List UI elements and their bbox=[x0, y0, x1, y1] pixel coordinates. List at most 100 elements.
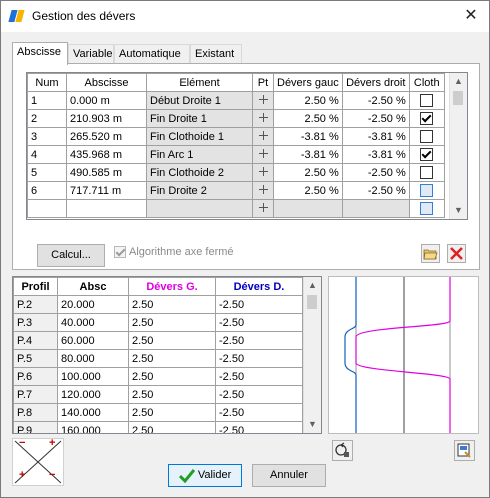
cell-devers-d[interactable]: -2.50 bbox=[215, 331, 303, 350]
tab-existant[interactable]: Existant bbox=[190, 44, 242, 64]
scroll-up-icon[interactable]: ▲ bbox=[450, 73, 467, 90]
cell-element[interactable]: Fin Arc 1 bbox=[146, 145, 253, 164]
cell-absc[interactable]: 100.000 bbox=[57, 367, 129, 386]
export-graph-icon[interactable] bbox=[454, 440, 475, 461]
cell-cloth[interactable] bbox=[408, 109, 445, 128]
cell-abscisse[interactable]: 265.520 m bbox=[66, 127, 147, 146]
cell-devers-gauche[interactable]: -3.81 % bbox=[273, 127, 343, 146]
profiles-table[interactable]: Profil Absc Dévers G. Dévers D. P.2 20.00… bbox=[12, 276, 322, 434]
cell-element[interactable]: Début Droite 1 bbox=[146, 91, 253, 110]
cell-element[interactable]: Fin Clothoide 2 bbox=[146, 163, 253, 182]
cloth-checkbox[interactable] bbox=[420, 94, 434, 107]
cell-devers-g[interactable]: 2.50 bbox=[128, 385, 216, 404]
col-header-devers-d[interactable]: Dévers D. bbox=[215, 277, 303, 296]
scroll-down-icon[interactable]: ▼ bbox=[304, 416, 321, 433]
cell-absc[interactable]: 160.000 bbox=[57, 421, 129, 433]
scroll-thumb[interactable] bbox=[307, 295, 317, 309]
cell-pt[interactable] bbox=[252, 109, 274, 128]
pick-point-icon[interactable] bbox=[258, 94, 269, 105]
table-row[interactable]: P.9 160.000 2.50 -2.50 bbox=[13, 421, 303, 433]
cell-devers-droit[interactable]: -2.50 % bbox=[341, 91, 410, 110]
pick-point-icon[interactable] bbox=[258, 184, 269, 195]
cell-abscisse[interactable]: 490.585 m bbox=[66, 163, 147, 182]
cell-pt[interactable] bbox=[252, 145, 274, 164]
cell-devers-droit[interactable]: -2.50 % bbox=[341, 163, 410, 182]
pick-point-icon[interactable] bbox=[258, 112, 269, 123]
table-row-new[interactable] bbox=[27, 199, 445, 218]
cell-absc[interactable]: 80.000 bbox=[57, 349, 129, 368]
calcul-button[interactable]: Calcul... bbox=[37, 244, 105, 267]
cell-abscisse[interactable]: 435.968 m bbox=[66, 145, 147, 164]
cell-cloth[interactable] bbox=[408, 91, 445, 110]
cell-devers-gauche[interactable]: -3.81 % bbox=[273, 145, 343, 164]
cloth-checkbox[interactable] bbox=[420, 112, 434, 125]
cell-num[interactable]: 6 bbox=[27, 181, 67, 200]
cell-devers-d[interactable]: -2.50 bbox=[215, 367, 303, 386]
tab-abscisse[interactable]: Abscisse bbox=[12, 42, 68, 65]
cell-absc[interactable]: 140.000 bbox=[57, 403, 129, 422]
cell-abscisse[interactable]: 717.711 m bbox=[66, 181, 147, 200]
cell-num[interactable]: 5 bbox=[27, 163, 67, 182]
cell-profil[interactable]: P.3 bbox=[13, 313, 58, 332]
cell-devers-gauche[interactable]: 2.50 % bbox=[273, 91, 343, 110]
col-header-element[interactable]: Elément bbox=[146, 73, 253, 92]
cloth-checkbox[interactable] bbox=[420, 166, 434, 179]
cell-devers-d[interactable]: -2.50 bbox=[215, 295, 303, 314]
cloth-checkbox[interactable] bbox=[420, 130, 434, 143]
cell-devers-g[interactable]: 2.50 bbox=[128, 349, 216, 368]
cell-cloth[interactable] bbox=[408, 163, 445, 182]
cell-devers-d[interactable]: -2.50 bbox=[215, 349, 303, 368]
col-header-profil[interactable]: Profil bbox=[13, 277, 58, 296]
cell-element[interactable]: Fin Clothoide 1 bbox=[146, 127, 253, 146]
col-header-devers-g[interactable]: Dévers G. bbox=[128, 277, 216, 296]
cell-abscisse[interactable]: 210.903 m bbox=[66, 109, 147, 128]
cloth-checkbox[interactable] bbox=[420, 148, 434, 161]
cell-devers-d[interactable]: -2.50 bbox=[215, 385, 303, 404]
cell-pt[interactable] bbox=[252, 181, 274, 200]
cell-absc[interactable]: 120.000 bbox=[57, 385, 129, 404]
cell-cloth[interactable] bbox=[408, 181, 445, 200]
cell-absc[interactable]: 20.000 bbox=[57, 295, 129, 314]
cell-devers-d[interactable]: -2.50 bbox=[215, 313, 303, 332]
cell-devers-gauche[interactable]: 2.50 % bbox=[273, 181, 343, 200]
col-header-abscisse[interactable]: Abscisse bbox=[66, 73, 147, 92]
cell-devers-g[interactable]: 2.50 bbox=[128, 331, 216, 350]
scroll-thumb[interactable] bbox=[453, 91, 463, 105]
cell-num[interactable]: 2 bbox=[27, 109, 67, 128]
pick-point-icon[interactable] bbox=[258, 148, 269, 159]
table-row[interactable]: P.4 60.000 2.50 -2.50 bbox=[13, 331, 303, 350]
col-header-absc[interactable]: Absc bbox=[57, 277, 129, 296]
table-row[interactable]: P.3 40.000 2.50 -2.50 bbox=[13, 313, 303, 332]
scroll-down-icon[interactable]: ▼ bbox=[450, 202, 467, 219]
pick-point-icon[interactable] bbox=[258, 202, 269, 213]
close-button[interactable]: ✕ bbox=[459, 5, 483, 27]
annuler-button[interactable]: Annuler bbox=[252, 464, 326, 487]
cell-num[interactable] bbox=[27, 199, 67, 218]
table-row[interactable]: P.8 140.000 2.50 -2.50 bbox=[13, 403, 303, 422]
table1-scrollbar[interactable]: ▲ ▼ bbox=[449, 73, 467, 219]
cell-pt[interactable] bbox=[252, 199, 274, 218]
valider-button[interactable]: Valider bbox=[168, 464, 242, 487]
cell-abscisse[interactable]: 0.000 m bbox=[66, 91, 147, 110]
col-header-devers-droit[interactable]: Dévers droit bbox=[341, 73, 410, 92]
cell-element[interactable]: Fin Droite 1 bbox=[146, 109, 253, 128]
table-row[interactable]: 2 210.903 m Fin Droite 1 2.50 % -2.50 % bbox=[27, 109, 445, 128]
scroll-up-icon[interactable]: ▲ bbox=[304, 277, 321, 294]
table-row[interactable]: 5 490.585 m Fin Clothoide 2 2.50 % -2.50 % bbox=[27, 163, 445, 182]
cell-devers-d[interactable]: -2.50 bbox=[215, 421, 303, 433]
table-row[interactable]: P.5 80.000 2.50 -2.50 bbox=[13, 349, 303, 368]
refresh-graph-icon[interactable] bbox=[332, 440, 353, 461]
cell-pt[interactable] bbox=[252, 163, 274, 182]
table-row[interactable]: 6 717.711 m Fin Droite 2 2.50 % -2.50 % bbox=[27, 181, 445, 200]
cell-devers-g[interactable]: 2.50 bbox=[128, 403, 216, 422]
cloth-checkbox[interactable] bbox=[420, 184, 434, 197]
cell-devers-droit[interactable]: -3.81 % bbox=[341, 127, 410, 146]
table-row[interactable]: P.7 120.000 2.50 -2.50 bbox=[13, 385, 303, 404]
cell-devers-g[interactable]: 2.50 bbox=[128, 313, 216, 332]
cell-num[interactable]: 1 bbox=[27, 91, 67, 110]
cell-devers-g[interactable]: 2.50 bbox=[128, 295, 216, 314]
cell-num[interactable]: 4 bbox=[27, 145, 67, 164]
table-row[interactable]: 3 265.520 m Fin Clothoide 1 -3.81 % -3.81 % bbox=[27, 127, 445, 146]
cell-devers-droit[interactable]: -3.81 % bbox=[341, 145, 410, 164]
cell-abscisse[interactable] bbox=[66, 199, 147, 218]
